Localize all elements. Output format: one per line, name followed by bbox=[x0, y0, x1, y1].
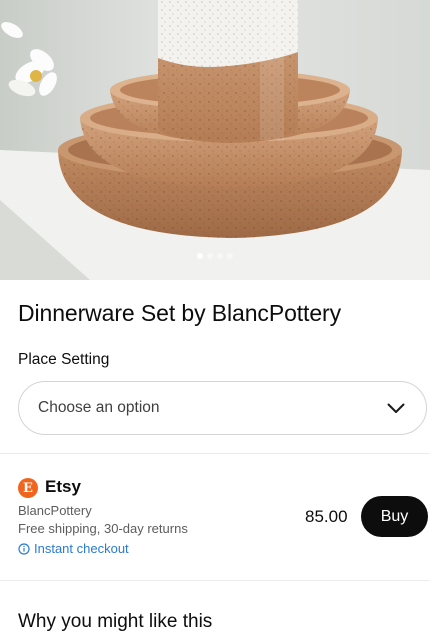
product-title: Dinnerware Set by BlancPottery bbox=[18, 300, 341, 326]
seller-name: BlancPottery bbox=[18, 503, 92, 518]
carousel-dot[interactable] bbox=[207, 253, 213, 259]
carousel-dot[interactable] bbox=[227, 253, 233, 259]
carousel-dot[interactable] bbox=[217, 253, 223, 259]
variant-select-placeholder: Choose an option bbox=[38, 399, 160, 416]
chevron-down-icon bbox=[386, 398, 406, 418]
dinnerware-photo bbox=[0, 0, 430, 280]
buy-button[interactable]: Buy bbox=[361, 496, 428, 537]
store-name[interactable]: Etsy bbox=[45, 477, 81, 497]
carousel-dot[interactable] bbox=[197, 253, 203, 259]
product-image[interactable] bbox=[0, 0, 430, 280]
etsy-logo-icon: E bbox=[18, 478, 38, 498]
instant-checkout-link[interactable]: Instant checkout bbox=[18, 541, 129, 556]
divider bbox=[0, 580, 430, 581]
why-you-might-like-heading: Why you might like this bbox=[18, 611, 213, 632]
variant-label: Place Setting bbox=[18, 351, 110, 368]
variant-select[interactable]: Choose an option bbox=[18, 381, 427, 435]
carousel-indicator bbox=[0, 253, 430, 259]
instant-checkout-label: Instant checkout bbox=[34, 541, 129, 556]
divider bbox=[0, 453, 430, 454]
info-icon bbox=[18, 542, 30, 555]
price: 85.00 bbox=[305, 507, 348, 526]
shipping-info: Free shipping, 30-day returns bbox=[18, 521, 188, 536]
